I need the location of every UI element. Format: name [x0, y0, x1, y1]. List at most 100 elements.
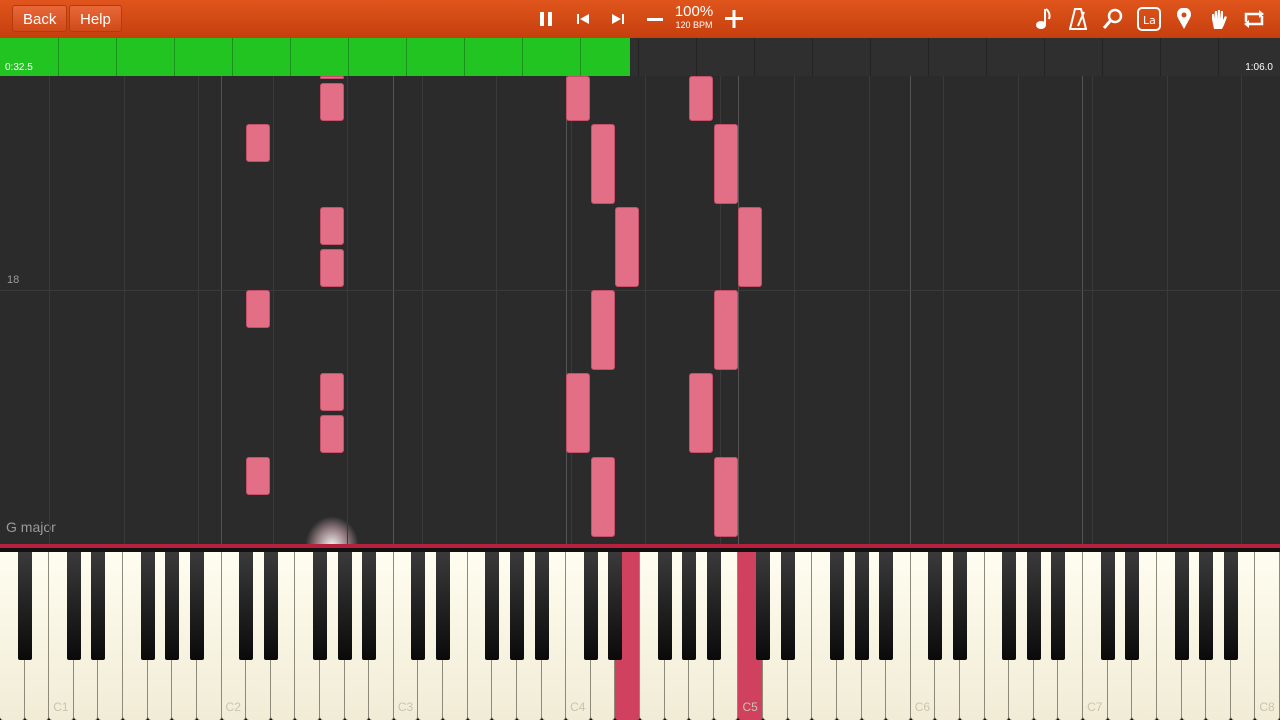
help-button[interactable]: Help: [69, 5, 122, 32]
black-key[interactable]: [140, 552, 155, 660]
progress-tick: [522, 38, 523, 76]
progress-tick: [464, 38, 465, 76]
black-key[interactable]: [362, 552, 377, 660]
falling-note: [246, 124, 270, 162]
progress-tick: [174, 38, 175, 76]
progress-tick: [870, 38, 871, 76]
progress-tick: [928, 38, 929, 76]
progress-tick: [986, 38, 987, 76]
black-key[interactable]: [583, 552, 598, 660]
grid-line: [49, 76, 50, 544]
falling-note: [591, 457, 615, 537]
black-key[interactable]: [928, 552, 943, 660]
black-key[interactable]: [91, 552, 106, 660]
black-key[interactable]: [953, 552, 967, 660]
black-key[interactable]: [1100, 552, 1115, 660]
black-key[interactable]: [756, 552, 771, 660]
black-key[interactable]: [509, 552, 524, 660]
falling-note: [320, 373, 344, 411]
black-key[interactable]: [239, 552, 254, 660]
note-label-icon[interactable]: La: [1136, 0, 1162, 38]
white-key[interactable]: [1255, 552, 1280, 720]
black-key[interactable]: [17, 552, 32, 660]
grid-line: [347, 76, 348, 544]
piano-keyboard[interactable]: C1 C2 C3 C4 C5 C6 C7 C8: [0, 544, 1280, 720]
black-key[interactable]: [608, 552, 623, 660]
black-key[interactable]: [263, 552, 278, 660]
progress-tick: [580, 38, 581, 76]
grid-line: [1167, 76, 1168, 544]
grid-line: [1092, 76, 1093, 544]
falling-note: [566, 76, 590, 121]
black-key[interactable]: [337, 552, 352, 660]
black-key[interactable]: [657, 552, 672, 660]
current-time: 0:32.5: [5, 62, 33, 73]
grid-line: [645, 76, 646, 544]
total-time: 1:06.0: [1245, 62, 1273, 73]
black-key[interactable]: [165, 552, 180, 660]
black-key[interactable]: [854, 552, 869, 660]
back-button[interactable]: Back: [12, 5, 68, 32]
octave-line: [221, 76, 222, 544]
octave-line: [738, 76, 739, 544]
falling-note: [738, 207, 762, 287]
black-key[interactable]: [411, 552, 426, 660]
octave-line: [566, 76, 567, 544]
grid-line: [1018, 76, 1019, 544]
octave-label: C2: [225, 700, 241, 714]
progress-tick: [116, 38, 117, 76]
progress-tick: [1218, 38, 1219, 76]
skip-forward-icon[interactable]: [606, 0, 630, 38]
piano-roll: 18 G major: [0, 76, 1280, 544]
black-key[interactable]: [829, 552, 844, 660]
black-key[interactable]: [1199, 552, 1214, 660]
progress-tick: [406, 38, 407, 76]
black-key[interactable]: [682, 552, 697, 660]
hand-icon[interactable]: [1207, 0, 1231, 38]
grid-line: [198, 76, 199, 544]
music-note-icon[interactable]: [1031, 0, 1055, 38]
skip-back-icon[interactable]: [571, 0, 595, 38]
svg-text:La: La: [1143, 14, 1156, 27]
black-key[interactable]: [879, 552, 894, 660]
black-key[interactable]: [1223, 552, 1238, 660]
black-key[interactable]: [313, 552, 327, 660]
metronome-icon[interactable]: [1066, 0, 1090, 38]
progress-tick: [754, 38, 755, 76]
black-key[interactable]: [1125, 552, 1140, 660]
black-key[interactable]: [706, 552, 721, 660]
falling-note: [591, 290, 615, 370]
location-pin-icon[interactable]: [1172, 0, 1196, 38]
measure-line: [0, 290, 1280, 291]
grid-line: [794, 76, 795, 544]
falling-note: [246, 457, 270, 495]
falling-note: [320, 76, 344, 79]
black-key[interactable]: [66, 552, 81, 660]
speed-display: 100% 120 BPM: [670, 4, 718, 31]
pause-icon[interactable]: [534, 0, 558, 38]
progress-tick: [696, 38, 697, 76]
progress-tick: [1044, 38, 1045, 76]
black-key[interactable]: [780, 552, 795, 660]
progress-tick: [232, 38, 233, 76]
octave-label: C4: [570, 700, 586, 714]
black-key[interactable]: [436, 552, 451, 660]
progress-tick: [290, 38, 291, 76]
black-key[interactable]: [485, 552, 500, 660]
progress-bar[interactable]: [0, 38, 1280, 76]
black-key[interactable]: [1051, 552, 1066, 660]
magnifier-icon[interactable]: [1101, 0, 1125, 38]
loop-icon[interactable]: [1241, 0, 1267, 38]
progress-tick: [1102, 38, 1103, 76]
progress-fill: [0, 38, 630, 76]
falling-note: [591, 124, 615, 204]
plus-icon[interactable]: [722, 0, 746, 38]
black-key[interactable]: [1174, 552, 1189, 660]
black-key[interactable]: [1026, 552, 1041, 660]
black-key[interactable]: [534, 552, 549, 660]
minus-icon[interactable]: [643, 0, 667, 38]
octave-label: C8: [1259, 700, 1275, 714]
progress-tick: [812, 38, 813, 76]
black-key[interactable]: [1002, 552, 1017, 660]
black-key[interactable]: [189, 552, 204, 660]
